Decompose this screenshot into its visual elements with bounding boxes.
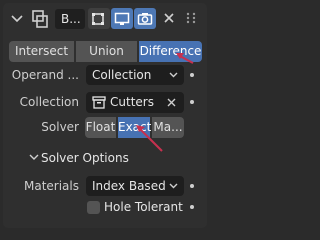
boolean-modifier-icon bbox=[32, 10, 48, 28]
animate-property-icon[interactable] bbox=[190, 205, 194, 209]
collection-field[interactable]: Cutters bbox=[86, 92, 184, 113]
hole-tolerant-checkbox[interactable] bbox=[87, 201, 100, 214]
close-icon[interactable] bbox=[161, 10, 177, 26]
operation-union-button[interactable]: Union bbox=[76, 41, 138, 62]
operand-type-dropdown[interactable]: Collection bbox=[86, 65, 184, 85]
materials-dropdown[interactable]: Index Based bbox=[86, 176, 184, 196]
boolean-modifier-panel: B... Intersect Union Difference Operand … bbox=[3, 3, 207, 228]
solver-manifold-button[interactable]: Ma... bbox=[151, 117, 184, 138]
drag-grip-icon[interactable] bbox=[184, 10, 198, 26]
subpanel-chevron-icon[interactable] bbox=[29, 153, 39, 161]
viewport-display-icon bbox=[114, 12, 130, 25]
edit-mode-toggle[interactable] bbox=[88, 8, 110, 29]
operation-intersect-button[interactable]: Intersect bbox=[9, 41, 75, 62]
hole-tolerant-label[interactable]: Hole Tolerant bbox=[104, 197, 183, 217]
clear-icon[interactable] bbox=[166, 97, 177, 108]
materials-value: Index Based bbox=[92, 179, 166, 193]
solver-label: Solver bbox=[41, 120, 79, 134]
viewport-display-toggle[interactable] bbox=[111, 8, 133, 29]
animate-property-icon[interactable] bbox=[190, 100, 194, 104]
render-toggle[interactable] bbox=[134, 8, 156, 29]
solver-exact-button[interactable]: Exact bbox=[118, 117, 151, 138]
solver-float-button[interactable]: Float bbox=[85, 117, 117, 138]
materials-label: Materials bbox=[23, 179, 79, 193]
solver-options-header[interactable]: Solver Options bbox=[41, 148, 129, 168]
collection-label: Collection bbox=[19, 95, 79, 109]
animate-property-icon[interactable] bbox=[190, 73, 194, 77]
chevron-down-icon bbox=[169, 72, 178, 78]
collection-value: Cutters bbox=[110, 95, 154, 109]
edit-mode-icon bbox=[92, 13, 104, 25]
collection-icon bbox=[92, 96, 106, 109]
operand-type-label: Operand ... bbox=[11, 68, 79, 82]
modifier-name-field[interactable]: B... bbox=[55, 9, 85, 29]
animate-property-icon[interactable] bbox=[190, 184, 194, 188]
operation-difference-button[interactable]: Difference bbox=[139, 41, 202, 62]
chevron-down-icon bbox=[169, 183, 178, 189]
render-camera-icon bbox=[137, 13, 153, 25]
collapse-chevron-icon[interactable] bbox=[9, 11, 25, 27]
operand-type-value: Collection bbox=[92, 68, 152, 82]
